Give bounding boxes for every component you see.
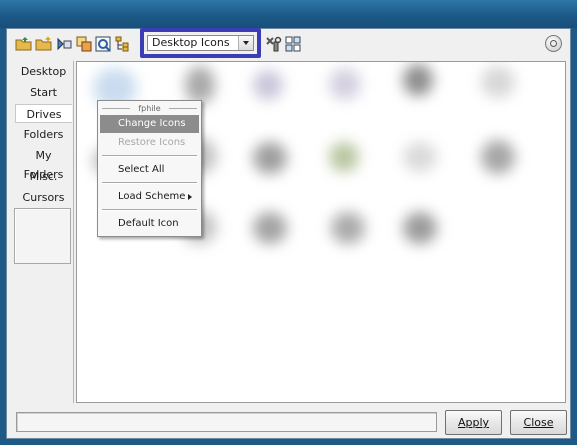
menu-separator: [102, 182, 197, 184]
drive-icon[interactable]: [329, 142, 359, 172]
drive-icon[interactable]: [253, 70, 283, 100]
preview-icon[interactable]: [95, 35, 113, 53]
close-button[interactable]: Close: [510, 410, 567, 435]
menu-item-change-icons[interactable]: Change Icons: [100, 115, 199, 133]
context-menu-title: fphile: [102, 103, 197, 114]
tools-icon[interactable]: [265, 35, 283, 53]
menu-item-load-scheme-label: Load Scheme: [118, 191, 186, 202]
context-menu: fphile Change Icons Restore Icons Select…: [97, 100, 202, 237]
grid-icon[interactable]: [285, 35, 303, 53]
sidebar-preview-panel: [14, 208, 71, 264]
sidebar-item-start[interactable]: Start: [15, 83, 72, 102]
drive-icon[interactable]: [403, 142, 437, 172]
drive-icon[interactable]: [481, 140, 515, 174]
menu-item-load-scheme[interactable]: Load Scheme: [100, 188, 199, 206]
drive-icon[interactable]: [253, 212, 287, 244]
chevron-right-icon: [188, 194, 192, 200]
menu-separator: [102, 155, 197, 157]
sidebar-item-cursors[interactable]: Cursors: [15, 188, 72, 207]
help-icon[interactable]: [545, 35, 562, 52]
tree-icon[interactable]: [115, 35, 133, 53]
menu-item-default-icon[interactable]: Default Icon: [100, 215, 199, 233]
drive-icon[interactable]: [185, 66, 215, 104]
apply-button[interactable]: Apply: [445, 410, 502, 435]
drive-icon[interactable]: [403, 64, 433, 96]
sidebar-item-drives[interactable]: Drives: [15, 104, 72, 123]
drive-icon[interactable]: [403, 212, 437, 244]
sidebar-item-folders[interactable]: Folders: [15, 125, 72, 144]
view-selector-value: Desktop Icons: [152, 36, 230, 49]
menu-separator: [102, 209, 197, 211]
chevron-down-icon[interactable]: [238, 36, 253, 50]
view-selector-highlight: Desktop Icons: [140, 28, 261, 58]
refresh-icon[interactable]: [55, 35, 73, 53]
window-titlebar: [0, 0, 577, 28]
menu-item-restore-icons: Restore Icons: [118, 137, 186, 148]
toolbar: Desktop Icons: [13, 28, 566, 59]
sidebar-item-my-folders[interactable]: My Folders: [15, 146, 72, 181]
drive-icon[interactable]: [481, 66, 515, 98]
drive-icon[interactable]: [331, 212, 365, 244]
drive-icon[interactable]: [253, 142, 287, 174]
sidebar: Desktop Start Drives Folders My Folders …: [13, 61, 74, 403]
new-folder-icon[interactable]: [35, 35, 53, 53]
status-bar: [16, 412, 437, 432]
menu-item-select-all[interactable]: Select All: [100, 161, 199, 179]
copy-icon[interactable]: [75, 35, 93, 53]
open-folder-icon[interactable]: [15, 35, 33, 53]
view-selector-dropdown[interactable]: Desktop Icons: [147, 35, 254, 51]
sidebar-item-desktop[interactable]: Desktop: [15, 62, 72, 81]
drive-icon[interactable]: [329, 68, 361, 100]
sidebar-item-misc[interactable]: Misc.: [15, 167, 72, 186]
main-window: Desktop Icons Desktop Start Drives Folde…: [6, 28, 571, 439]
